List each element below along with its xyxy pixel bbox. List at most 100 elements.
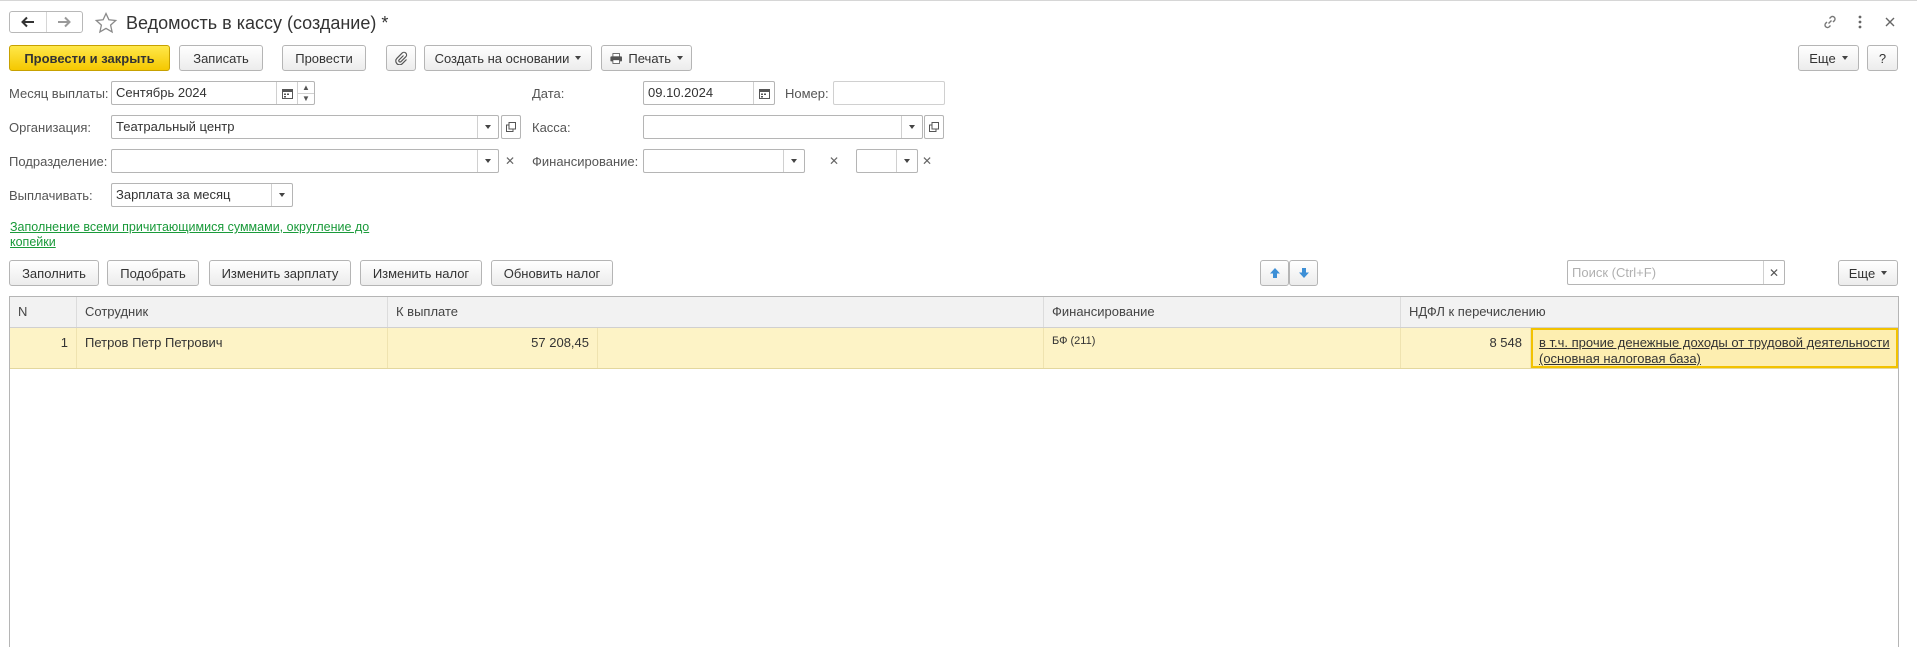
ndfl-detail-link[interactable]: в т.ч. прочие денежные доходы от трудово… [1539, 335, 1890, 366]
financing-extra-field[interactable] [856, 149, 918, 173]
back-button[interactable] [10, 12, 46, 32]
cash-label: Касса: [532, 120, 571, 135]
more-button[interactable]: Еще [1798, 45, 1859, 71]
star-icon [94, 11, 118, 34]
financing-dropdown-button[interactable] [783, 150, 804, 172]
cash-value [644, 116, 901, 138]
close-button[interactable] [1880, 12, 1900, 32]
nav-buttons [9, 11, 83, 33]
month-calendar-button[interactable] [276, 82, 297, 104]
post-and-close-button[interactable]: Провести и закрыть [9, 45, 170, 71]
search-input[interactable] [1568, 261, 1763, 284]
table-header: N Сотрудник К выплате Финансирование НДФ… [10, 297, 1898, 328]
department-value [112, 150, 477, 172]
payroll-table: N Сотрудник К выплате Финансирование НДФ… [9, 296, 1899, 647]
pay-type-select[interactable]: Зарплата за месяц [111, 183, 293, 207]
link-button[interactable] [1820, 12, 1840, 32]
chevron-down-icon [1881, 271, 1888, 275]
change-tax-button[interactable]: Изменить налог [360, 260, 482, 286]
cash-field[interactable] [643, 115, 923, 139]
fill-button[interactable]: Заполнить [9, 260, 99, 286]
column-header-n[interactable]: N [10, 297, 77, 327]
department-dropdown-button[interactable] [477, 150, 498, 172]
fill-mode-link[interactable]: Заполнение всеми причитающимися суммами,… [10, 220, 410, 250]
date-field[interactable]: 09.10.2024 [643, 81, 775, 105]
chevron-down-icon [485, 159, 491, 163]
attach-button[interactable] [386, 45, 416, 71]
chevron-down-icon [904, 159, 910, 163]
column-header-amount[interactable]: К выплате [388, 297, 1044, 327]
column-header-financing[interactable]: Финансирование [1044, 297, 1401, 327]
pay-type-dropdown-button[interactable] [271, 184, 292, 206]
spin-down-icon[interactable]: ▼ [298, 92, 314, 105]
cell-ndfl-detail[interactable]: в т.ч. прочие денежные доходы от трудово… [1531, 328, 1898, 368]
financing-field[interactable] [643, 149, 805, 173]
table-row[interactable]: 1 Петров Петр Петрович 57 208,45 БФ (211… [10, 328, 1898, 369]
cell-ndfl: 8 548 [1401, 328, 1531, 368]
department-label: Подразделение: [9, 154, 108, 169]
month-value: Сентябрь 2024 [116, 85, 207, 100]
forward-button[interactable] [45, 12, 83, 32]
post-button[interactable]: Провести [282, 45, 366, 71]
chevron-down-icon [485, 125, 491, 129]
favorite-button[interactable] [94, 11, 118, 38]
spin-up-icon[interactable]: ▲ [298, 82, 314, 93]
organization-open-button[interactable] [501, 115, 521, 139]
organization-value: Театральный центр [116, 119, 235, 134]
column-header-employee[interactable]: Сотрудник [77, 297, 388, 327]
print-label: Печать [628, 50, 671, 66]
month-spinner[interactable]: ▲ ▼ [297, 82, 314, 104]
move-down-button[interactable] [1289, 260, 1318, 286]
cash-dropdown-button[interactable] [901, 116, 922, 138]
printer-icon [610, 52, 622, 64]
cash-open-button[interactable] [924, 115, 944, 139]
organization-field[interactable]: Театральный центр [111, 115, 499, 139]
paperclip-icon [395, 51, 408, 65]
number-value [834, 82, 944, 104]
month-label: Месяц выплаты: [9, 86, 109, 101]
update-tax-button[interactable]: Обновить налог [491, 260, 613, 286]
search-clear-button[interactable]: ✕ [1763, 261, 1784, 284]
help-button[interactable]: ? [1867, 45, 1898, 71]
move-up-button[interactable] [1260, 260, 1289, 286]
financing-extra-dropdown-button[interactable] [896, 150, 917, 172]
column-header-ndfl[interactable]: НДФЛ к перечислению [1401, 297, 1898, 327]
create-based-on-button[interactable]: Создать на основании [424, 45, 592, 71]
create-based-on-label: Создать на основании [434, 50, 570, 66]
table-more-label: Еще [1848, 265, 1876, 281]
print-button[interactable]: Печать [601, 45, 692, 71]
number-field[interactable] [833, 81, 945, 105]
cell-amount-extra [598, 328, 1044, 368]
date-calendar-button[interactable] [753, 82, 774, 104]
month-field[interactable]: Сентябрь 2024 ▲ ▼ [111, 81, 315, 105]
chevron-down-icon [791, 159, 797, 163]
organization-label: Организация: [9, 120, 92, 135]
financing-extra-clear-button[interactable]: ✕ [918, 149, 936, 173]
open-window-icon [506, 122, 516, 132]
department-field[interactable] [111, 149, 499, 173]
save-button[interactable]: Записать [179, 45, 263, 71]
table-more-button[interactable]: Еще [1838, 260, 1898, 286]
arrow-down-icon [1298, 268, 1309, 278]
department-clear-button[interactable]: ✕ [501, 149, 519, 173]
chevron-down-icon [677, 56, 683, 60]
organization-dropdown-button[interactable] [477, 116, 498, 138]
pay-type-value: Зарплата за месяц [116, 187, 231, 202]
window-top-border [0, 0, 1917, 1]
menu-button[interactable] [1850, 12, 1870, 32]
pick-button[interactable]: Подобрать [107, 260, 199, 286]
financing-extra-value [857, 150, 896, 172]
arrow-up-icon [1269, 268, 1280, 278]
calendar-icon [758, 88, 770, 99]
chevron-down-icon [279, 193, 285, 197]
change-salary-button[interactable]: Изменить зарплату [209, 260, 351, 286]
page-title: Ведомость в кассу (создание) * [126, 13, 389, 33]
financing-clear-button[interactable]: ✕ [825, 149, 843, 173]
chevron-down-icon [909, 125, 915, 129]
kebab-icon [1858, 15, 1862, 29]
cell-amount: 57 208,45 [388, 328, 598, 368]
chevron-down-icon [1841, 56, 1848, 60]
financing-value [644, 150, 783, 172]
more-label: Еще [1809, 50, 1836, 66]
financing-label: Финансирование: [532, 154, 639, 169]
